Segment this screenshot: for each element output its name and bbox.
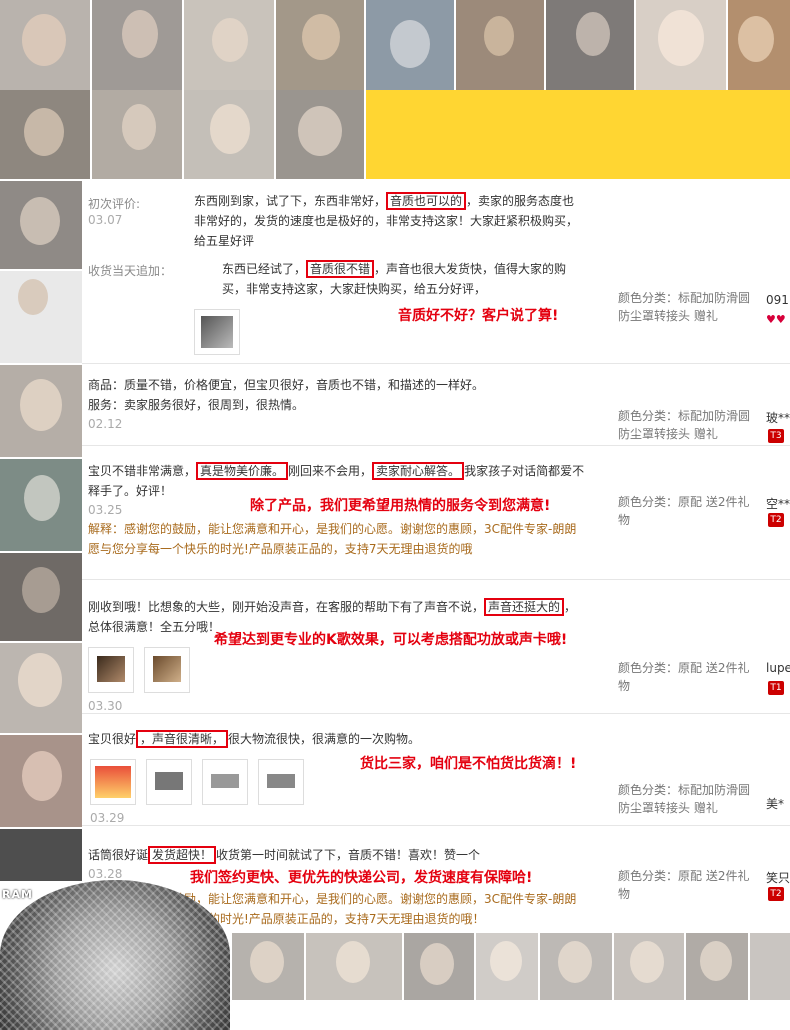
promo-caption: 希望达到更专业的K歌效果，可以考虑搭配功放或声卡哦! [214, 632, 568, 648]
collage-photo [0, 459, 82, 551]
collage-photo [366, 0, 454, 90]
collage-photo [0, 0, 90, 90]
buyer-name: 玻** [766, 411, 790, 425]
review-date: 02.12 [88, 417, 123, 431]
highlight-box: 真是物美价廉。 [196, 462, 289, 480]
highlight-box: 发货超快！ [148, 846, 217, 864]
review-item: 刚收到哦！比想象的大些，刚开始没声音，在客服的帮助下有了声音不说， 声音还挺大的，… [82, 581, 790, 714]
color-variant-info: 颜色分类：原配 送2件礼物 [618, 869, 750, 901]
collage-photo [636, 0, 726, 90]
buyer-level-badge: T3 [768, 429, 784, 443]
collage-photo [184, 0, 274, 90]
collage-photo [540, 933, 612, 1000]
highlight-box: 声音还挺大的 [484, 598, 565, 616]
review-date: 03.28 [88, 867, 123, 881]
review-photo-thumbnail[interactable] [90, 759, 136, 805]
review-photo-thumbnail[interactable] [258, 759, 304, 805]
microphone-head-image [0, 880, 230, 1030]
collage-photo [404, 933, 474, 1000]
review-item: 初次评价: 03.07 东西刚到家，试了下，东西非常好， 音质也可以的 ，卖家的服务… [82, 181, 790, 364]
collage-photo [276, 90, 364, 179]
review-item: 宝贝不错非常满意， 真是物美价廉。 刚回来不会用， 卖家耐心解答。 我家孩子对话简都爱不… [82, 447, 790, 580]
buyer-name: lupe [766, 661, 790, 675]
collage-photo [728, 0, 790, 90]
review-photo-thumbnail[interactable] [144, 647, 190, 693]
color-variant-info: 颜色分类：标配加防滑圆防尘罩转接头 赠礼 [618, 409, 751, 441]
promo-caption: 除了产品，我们更希望用热情的服务令到您满意! [250, 498, 551, 514]
buyer-name: 空** [766, 497, 790, 511]
review-photo-thumbnail[interactable] [146, 759, 192, 805]
collage-photo [232, 933, 304, 1000]
collage-photo [0, 365, 82, 457]
review-date: 03.07 [88, 213, 123, 227]
color-variant-info: 颜色分类：标配加防滑圆防尘罩转接头 赠礼 [618, 291, 751, 323]
buyer-level-badge: T2 [768, 513, 784, 527]
review-text: 宝贝很好 ，声音很清晰， 很大物流很快，很满意的一次购物。 [88, 730, 421, 748]
collage-photo [0, 90, 90, 179]
initial-review-label: 初次评价: [88, 197, 141, 211]
buyer-level-badge: T2 [768, 887, 784, 901]
review-date: 03.30 [88, 699, 123, 713]
review-item: 商品：质量不错，价格便宜，但宝贝很好，音质也不错，和描述的一样好。 服务：卖家服… [82, 365, 790, 446]
collage-photo [476, 933, 538, 1000]
highlight-box: ，声音很清晰， [136, 730, 229, 748]
collage-photo [750, 933, 790, 1000]
highlight-box: 卖家耐心解答。 [372, 462, 465, 480]
review-list: 初次评价: 03.07 东西刚到家，试了下，东西非常好， 音质也可以的 ，卖家的服务… [82, 181, 790, 931]
review-date: 03.25 [88, 503, 123, 517]
collage-photo [306, 933, 402, 1000]
yellow-banner-block [366, 90, 790, 179]
buyer-name: 091 [766, 293, 789, 307]
collage-photo [686, 933, 748, 1000]
promo-caption: 我们签约更快、更优先的快递公司，发货速度有保障哈! [190, 870, 533, 886]
color-variant-info: 颜色分类：原配 送2件礼物 [618, 495, 750, 527]
goods-comment: 商品：质量不错，价格便宜，但宝贝很好，音质也不错，和描述的一样好。 [88, 378, 485, 392]
collage-photo [276, 0, 364, 90]
highlight-box: 音质也可以的 [386, 192, 467, 210]
collage-photo [546, 0, 634, 90]
buyer-name: 美* [766, 797, 785, 811]
appended-review-label: 收货当天追加： [88, 264, 173, 278]
buyer-name: 笑只 [766, 871, 790, 885]
collage-photo [184, 90, 274, 179]
promo-caption: 音质好不好？客户说了算! [398, 308, 559, 324]
collage-photo [0, 271, 82, 363]
heart-rating-icon: ♥♥ [766, 313, 786, 326]
appended-review-text: 东西已经试了， 音质很不错 ，声音也很大发货快，值得大家的购买，非常支持这家，大家赶… [222, 260, 567, 296]
seller-reply: 解释：感谢您的鼓励，能让您满意和开心，是我们的心愿。谢谢您的惠顾，3C配件专家-… [88, 522, 577, 556]
color-variant-info: 颜色分类：标配加防滑圆防尘罩转接头 赠礼 [618, 783, 751, 815]
review-photo-thumbnail[interactable] [202, 759, 248, 805]
buyer-level-badge: T1 [768, 681, 784, 695]
review-text: 东西刚到家，试了下，东西非常好， 音质也可以的 ，卖家的服务态度也非常好的，发货的速… [194, 192, 579, 248]
review-photo-thumbnail[interactable] [88, 647, 134, 693]
color-variant-info: 颜色分类：原配 送2件礼物 [618, 661, 750, 693]
microphone-brand-text: RAM [2, 888, 33, 901]
collage-photo [0, 553, 82, 641]
collage-photo [0, 181, 82, 269]
review-item: 宝贝很好 ，声音很清晰， 很大物流很快，很满意的一次购物。 货比三家，咱们是不怕货比… [82, 715, 790, 826]
review-photo-thumbnail[interactable] [194, 309, 240, 355]
collage-photo [456, 0, 544, 90]
review-date: 03.29 [90, 811, 125, 825]
collage-photo [614, 933, 684, 1000]
collage-photo [0, 643, 82, 733]
collage-photo [0, 829, 82, 881]
collage-photo [92, 0, 182, 90]
highlight-box: 音质很不错 [306, 260, 375, 278]
review-text: 话筒很好诞 发货超快！ 收货第一时间就试了下，音质不错！喜欢！赞一个 [88, 846, 481, 864]
service-comment: 服务：卖家服务很好，很周到，很热情。 [88, 398, 305, 412]
collage-photo [92, 90, 182, 179]
promo-caption: 货比三家，咱们是不怕货比货滴！! [360, 756, 577, 772]
collage-photo [0, 735, 82, 827]
